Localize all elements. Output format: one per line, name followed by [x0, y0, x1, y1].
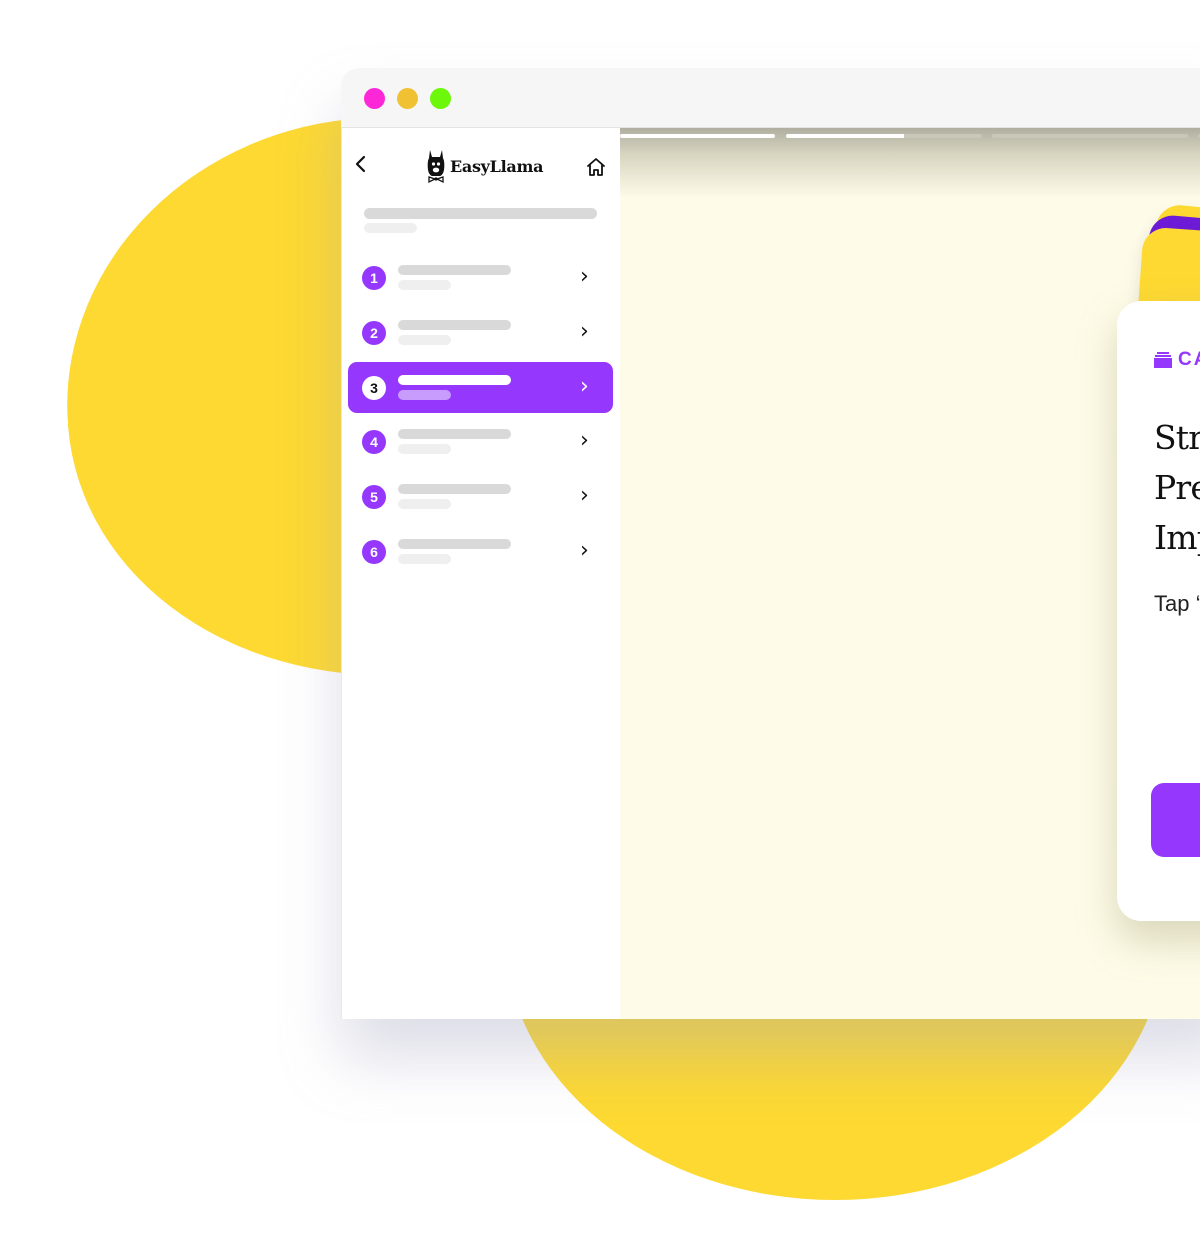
module-number-badge: 6 [362, 540, 386, 564]
window-titlebar [341, 68, 1200, 128]
card-type-label: CARDS [1178, 349, 1200, 370]
card-type-tag: CARDS [1154, 349, 1200, 371]
module-title-placeholder [398, 484, 511, 494]
module-item-5[interactable]: 5 › [348, 471, 613, 522]
module-meta-placeholder [398, 444, 451, 454]
maximize-window-button[interactable] [430, 88, 451, 109]
module-title-placeholder [398, 429, 511, 439]
chevron-right-icon: › [580, 428, 589, 453]
progress-fill [620, 134, 775, 138]
course-title-placeholder [364, 208, 597, 219]
module-number-badge: 3 [362, 376, 386, 400]
chevron-right-icon: › [580, 319, 589, 344]
chevron-right-icon: › [580, 264, 589, 289]
card-title: Structure Your Presentation For Impact [1154, 418, 1200, 557]
course-subtitle-placeholder [364, 223, 417, 233]
chevron-right-icon: › [580, 374, 589, 399]
module-title-placeholder [398, 320, 511, 330]
module-number-badge: 2 [362, 321, 386, 345]
close-window-button[interactable] [364, 88, 385, 109]
cards-stack-icon [1154, 352, 1172, 368]
minimize-window-button[interactable] [397, 88, 418, 109]
module-item-6[interactable]: 6 › [348, 526, 613, 577]
lesson-card: CARDS Structure Your Presentation For Im… [1117, 301, 1200, 921]
progress-segment-2 [786, 134, 982, 138]
easyllama-logo[interactable]: EasyLlama [426, 148, 543, 184]
progress-segment-3 [992, 134, 1188, 138]
module-number-badge: 5 [362, 485, 386, 509]
llama-icon [427, 150, 445, 184]
module-item-1[interactable]: 1 › [348, 252, 613, 303]
course-sidebar: EasyLlama 1 › 2 › 3 › 4 › 5 › 6 › [341, 128, 620, 1019]
module-title-placeholder [398, 265, 511, 275]
browser-window: EasyLlama 1 › 2 › 3 › 4 › 5 › 6 › C Str … [341, 68, 1200, 1019]
module-meta-placeholder [398, 280, 451, 290]
lesson-canvas: CARDS Structure Your Presentation For Im… [620, 128, 1200, 1019]
module-number-badge: 4 [362, 430, 386, 454]
chevron-right-icon: › [580, 483, 589, 508]
card-instruction: Tap ‘Next’ to see [1154, 591, 1200, 616]
logo-text: EasyLlama [450, 156, 544, 176]
module-meta-placeholder [398, 554, 451, 564]
module-title-placeholder [398, 375, 511, 385]
progress-segment-1 [620, 134, 775, 138]
home-icon[interactable] [585, 156, 607, 178]
module-item-3[interactable]: 3 › [348, 362, 613, 413]
progress-fill [786, 134, 904, 138]
module-title-placeholder [398, 539, 511, 549]
chevron-left-icon[interactable] [354, 154, 368, 180]
chevron-right-icon: › [580, 538, 589, 563]
module-meta-placeholder [398, 390, 451, 400]
module-meta-placeholder [398, 335, 451, 345]
next-button[interactable]: Next [1151, 783, 1200, 857]
module-number-badge: 1 [362, 266, 386, 290]
module-item-2[interactable]: 2 › [348, 307, 613, 358]
module-meta-placeholder [398, 499, 451, 509]
module-item-4[interactable]: 4 › [348, 416, 613, 467]
